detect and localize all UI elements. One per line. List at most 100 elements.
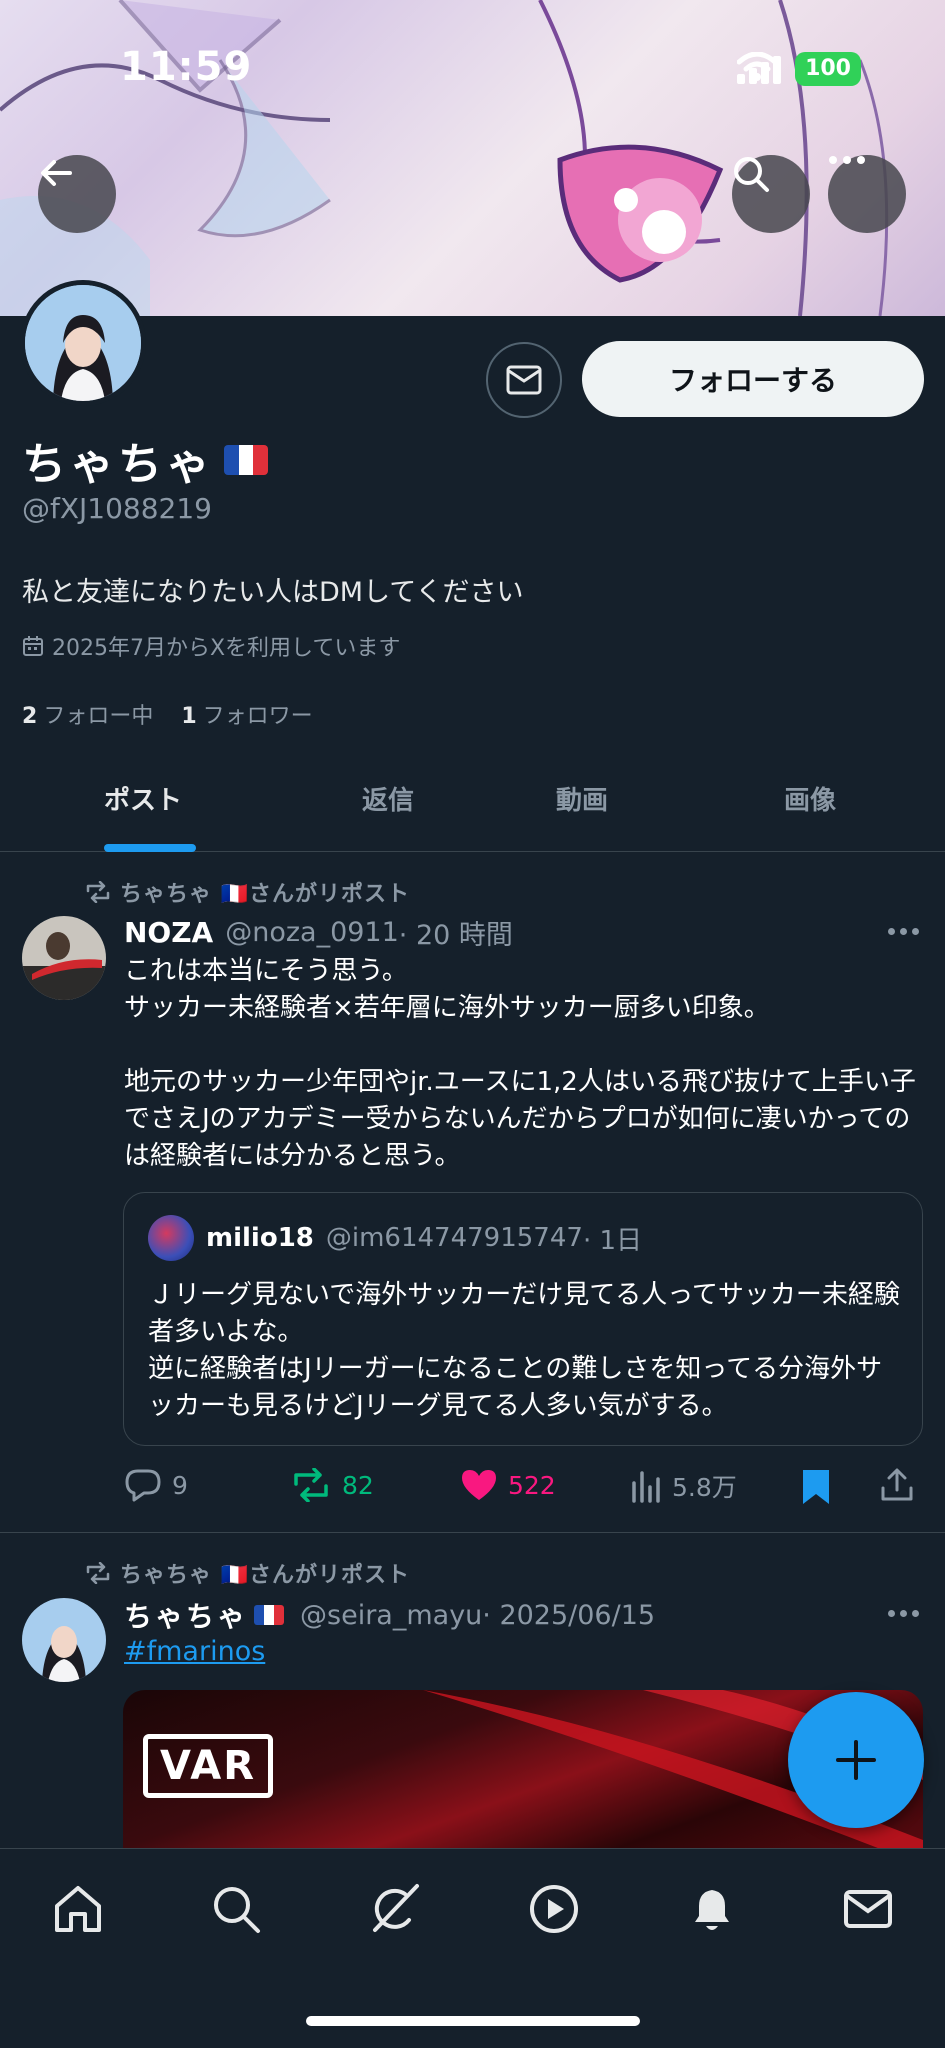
hashtag-link[interactable]: #fmarinos <box>124 1636 265 1667</box>
post-author-name[interactable]: NOZA <box>124 916 213 949</box>
repost-indicator[interactable]: ちゃちゃ 🇫🇷さんがリポスト <box>84 876 410 908</box>
active-tab-indicator <box>104 844 196 852</box>
heart-icon <box>462 1470 496 1500</box>
quoted-author-handle: @im614747915747 <box>325 1223 583 1253</box>
quoted-post[interactable]: milio18 @im614747915747 · 1日 Ｊリーグ見ないで海外サ… <box>123 1192 923 1446</box>
repost-label: ちゃちゃ 🇫🇷さんがリポスト <box>120 1563 411 1588</box>
share-button[interactable] <box>880 1468 914 1502</box>
views-count: 5.8万 <box>672 1473 737 1502</box>
post-time[interactable]: · 20 時間 <box>399 913 513 952</box>
like-button[interactable]: 522 <box>460 1468 556 1502</box>
reply-icon <box>125 1469 161 1502</box>
post-divider <box>0 1532 945 1533</box>
nav-grok[interactable] <box>364 1879 424 1939</box>
status-time: 11:59 <box>120 44 253 90</box>
search-icon <box>734 157 769 192</box>
repost-label: ちゃちゃ 🇫🇷さんがリポスト <box>120 882 411 907</box>
joined-date: 2025年7月からXを利用しています <box>22 630 400 662</box>
calendar-icon <box>23 636 43 656</box>
followers-label: フォロワー <box>202 704 313 729</box>
status-icons: 100 <box>737 52 861 86</box>
message-button[interactable] <box>486 342 562 418</box>
france-flag-icon <box>254 1605 285 1625</box>
tab-images[interactable]: 画像 <box>784 780 836 817</box>
avatar-image <box>22 1598 106 1682</box>
post-time[interactable]: · 2025/06/15 <box>482 1600 655 1631</box>
france-flag-icon <box>224 445 268 475</box>
profile-tabs: ポスト 返信 動画 画像 <box>0 760 945 852</box>
following-label: フォロー中 <box>43 704 154 729</box>
repost-icon <box>86 1562 110 1584</box>
repost-icon <box>294 1468 328 1502</box>
follow-stats: 2 フォロー中 1 フォロワー <box>22 698 313 730</box>
wifi-icon <box>737 52 778 81</box>
post-more-button[interactable] <box>888 928 919 935</box>
followers-count: 1 <box>181 704 197 729</box>
post-author-avatar[interactable] <box>22 916 106 1000</box>
repost-icon <box>86 881 110 903</box>
followers-link[interactable]: 1 フォロワー <box>181 698 312 730</box>
views-button[interactable]: 5.8万 <box>630 1468 737 1504</box>
post-header: ちゃちゃ @seira_mayu · 2025/06/15 <box>124 1595 655 1635</box>
profile-handle: @fXJ1088219 <box>22 492 212 525</box>
home-indicator <box>306 2016 640 2026</box>
tab-replies[interactable]: 返信 <box>362 780 414 817</box>
post-text: これは本当にそう思う。 サッカー未経験者×若年層に海外サッカー厨多い印象。 地元… <box>124 956 916 1171</box>
quoted-post-time: · 1日 <box>582 1225 643 1256</box>
quoted-author-avatar <box>148 1215 194 1261</box>
profile-bio: 私と友達になりたい人はDMしてください <box>22 577 524 608</box>
post-actions: 9 82 522 5.8万 <box>124 1462 924 1512</box>
post-author-name[interactable]: ちゃちゃ <box>124 1595 248 1635</box>
quoted-post-text: Ｊリーグ見ないで海外サッカーだけ見てる人ってサッカー未経験者多いよな。 逆に経験… <box>148 1280 900 1421</box>
share-icon <box>881 1468 913 1501</box>
avatar-image <box>25 285 141 401</box>
bookmark-button[interactable] <box>800 1468 832 1506</box>
post-more-button[interactable] <box>888 1610 919 1617</box>
following-count: 2 <box>22 704 38 729</box>
back-button[interactable] <box>38 155 116 233</box>
following-link[interactable]: 2 フォロー中 <box>22 698 153 730</box>
arrow-left-icon <box>41 160 72 186</box>
reply-count: 9 <box>172 1470 188 1500</box>
bookmark-icon <box>803 1470 829 1504</box>
nav-notifications[interactable] <box>682 1879 742 1939</box>
profile-banner[interactable]: 11:59 100 <box>0 0 945 316</box>
post-author-handle[interactable]: @noza_0911 <box>225 917 399 948</box>
display-name-text: ちゃちゃ <box>22 439 214 490</box>
quoted-post-header: milio18 @im614747915747 · 1日 <box>148 1215 642 1261</box>
post-author-handle[interactable]: @seira_mayu <box>300 1600 482 1631</box>
search-icon <box>214 1887 260 1933</box>
video-icon <box>530 1885 578 1933</box>
joined-text: 2025年7月からXを利用しています <box>52 636 401 661</box>
search-button[interactable] <box>732 155 810 233</box>
notifications-icon <box>695 1890 729 1930</box>
like-count: 522 <box>508 1470 556 1500</box>
more-options-button[interactable] <box>828 155 906 233</box>
more-horizontal-icon <box>829 156 865 164</box>
post-author-avatar[interactable] <box>22 1598 106 1682</box>
avatar-image <box>22 916 106 1000</box>
plus-icon <box>836 1740 876 1780</box>
home-icon <box>55 1886 101 1932</box>
nav-video[interactable] <box>524 1879 584 1939</box>
repost-count: 82 <box>342 1470 374 1500</box>
display-name: ちゃちゃ <box>22 428 268 492</box>
profile-avatar[interactable] <box>20 280 146 406</box>
repost-indicator[interactable]: ちゃちゃ 🇫🇷さんがリポスト <box>84 1557 410 1589</box>
messages-icon <box>844 1890 892 1928</box>
follow-button[interactable]: フォローする <box>582 341 924 417</box>
envelope-icon <box>506 365 542 395</box>
compose-button[interactable] <box>788 1692 924 1828</box>
grok-icon <box>373 1884 419 1932</box>
repost-button[interactable]: 82 <box>290 1468 374 1502</box>
reply-button[interactable]: 9 <box>124 1468 188 1502</box>
analytics-icon <box>632 1471 660 1503</box>
nav-messages[interactable] <box>838 1879 898 1939</box>
var-logo: VAR <box>143 1734 273 1798</box>
tab-posts[interactable]: ポスト <box>104 780 182 817</box>
post-header: NOZA @noza_0911 · 20 時間 <box>124 913 513 952</box>
nav-search[interactable] <box>206 1879 266 1939</box>
battery-indicator: 100 <box>795 52 861 86</box>
nav-home[interactable] <box>48 1879 108 1939</box>
tab-videos[interactable]: 動画 <box>556 780 608 817</box>
